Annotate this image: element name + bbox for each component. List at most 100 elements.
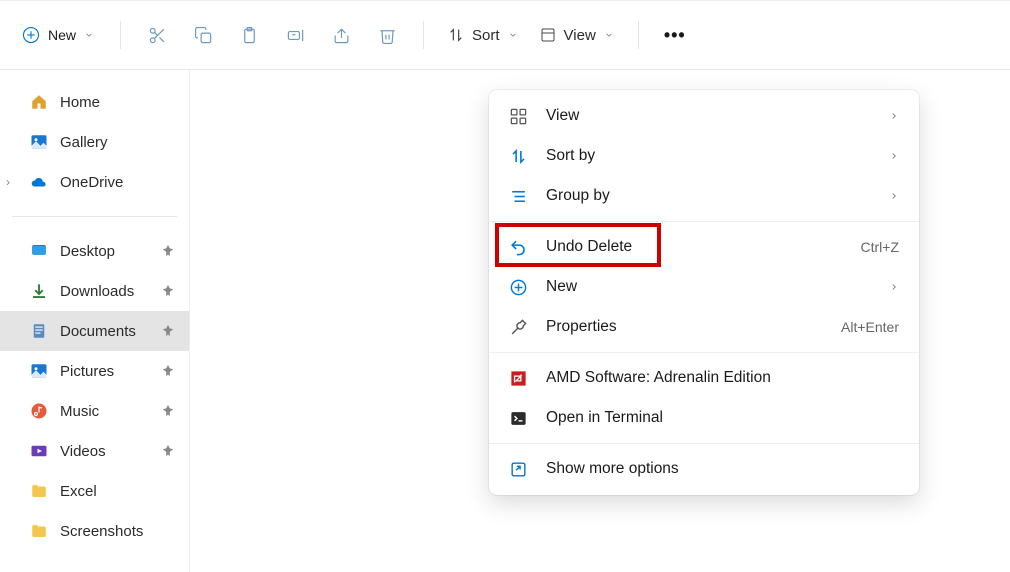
layout-icon	[540, 27, 556, 43]
document-icon	[30, 322, 48, 340]
separator	[489, 352, 919, 353]
undo-icon	[509, 238, 528, 257]
grid-icon	[509, 107, 528, 126]
menu-shortcut: Alt+Enter	[841, 319, 899, 335]
delete-button[interactable]	[367, 15, 407, 55]
nav-label: Music	[60, 403, 99, 420]
folder-icon	[30, 482, 48, 500]
cut-button[interactable]	[137, 15, 177, 55]
sidebar-item-downloads[interactable]: Downloads	[0, 271, 189, 311]
nav-label: Videos	[60, 443, 106, 460]
sidebar-item-desktop[interactable]: Desktop	[0, 231, 189, 271]
menu-item-properties[interactable]: Properties Alt+Enter	[489, 307, 919, 347]
nav-label: Screenshots	[60, 523, 143, 540]
menu-label: New	[546, 278, 899, 296]
sort-label: Sort	[472, 27, 500, 44]
sort-button[interactable]: Sort	[440, 21, 526, 50]
divider	[120, 21, 121, 49]
sidebar-item-pictures[interactable]: Pictures	[0, 351, 189, 391]
music-icon	[30, 402, 48, 420]
paste-button[interactable]	[229, 15, 269, 55]
sidebar-item-excel[interactable]: Excel	[0, 471, 189, 511]
pin-icon	[161, 444, 175, 458]
menu-label: View	[546, 107, 899, 125]
gallery-icon	[30, 133, 48, 151]
menu-item-open-terminal[interactable]: Open in Terminal	[489, 398, 919, 438]
divider	[638, 21, 639, 49]
download-icon	[30, 282, 48, 300]
separator	[12, 216, 177, 217]
menu-label: Sort by	[546, 147, 899, 165]
pin-icon	[161, 404, 175, 418]
share-icon	[332, 26, 351, 45]
menu-shortcut: Ctrl+Z	[861, 239, 900, 255]
rename-icon	[286, 26, 305, 45]
scissors-icon	[148, 26, 167, 45]
nav-label: OneDrive	[60, 174, 123, 191]
sidebar-item-videos[interactable]: Videos	[0, 431, 189, 471]
divider	[423, 21, 424, 49]
pin-icon	[161, 244, 175, 258]
pictures-icon	[30, 362, 48, 380]
copy-icon	[194, 26, 213, 45]
ellipsis-icon: •••	[664, 25, 686, 46]
view-label: View	[564, 27, 596, 44]
chevron-right-icon: ›	[6, 175, 10, 189]
more-button[interactable]: •••	[655, 15, 695, 55]
list-icon	[509, 187, 528, 206]
nav-label: Excel	[60, 483, 97, 500]
sort-icon	[448, 27, 464, 43]
sidebar-item-screenshots[interactable]: Screenshots	[0, 511, 189, 551]
cloud-icon	[30, 173, 48, 191]
sidebar-item-gallery[interactable]: Gallery	[0, 122, 189, 162]
chevron-right-icon	[889, 111, 899, 121]
chevron-down-icon	[508, 30, 518, 40]
menu-label: Show more options	[546, 460, 899, 478]
menu-item-new[interactable]: New	[489, 267, 919, 307]
clipboard-icon	[240, 26, 259, 45]
pin-icon	[161, 364, 175, 378]
copy-button[interactable]	[183, 15, 223, 55]
nav-label: Gallery	[60, 134, 108, 151]
sidebar-item-home[interactable]: Home	[0, 82, 189, 122]
terminal-icon	[509, 409, 528, 428]
chevron-right-icon	[889, 151, 899, 161]
menu-label: Properties	[546, 318, 823, 336]
view-button[interactable]: View	[532, 21, 622, 50]
folder-icon	[30, 522, 48, 540]
chevron-down-icon	[84, 30, 94, 40]
pin-icon	[161, 284, 175, 298]
expand-icon	[509, 460, 528, 479]
sidebar-item-onedrive[interactable]: › OneDrive	[0, 162, 189, 202]
separator	[489, 443, 919, 444]
menu-item-view[interactable]: View	[489, 96, 919, 136]
sidebar-item-documents[interactable]: Documents	[0, 311, 189, 351]
sidebar: Home Gallery › OneDrive Desktop Download…	[0, 70, 190, 572]
plus-circle-icon	[509, 278, 528, 297]
menu-item-show-more[interactable]: Show more options	[489, 449, 919, 489]
nav-label: Pictures	[60, 363, 114, 380]
menu-item-amd[interactable]: AMD Software: Adrenalin Edition	[489, 358, 919, 398]
sidebar-item-music[interactable]: Music	[0, 391, 189, 431]
new-button[interactable]: New	[12, 20, 104, 50]
trash-icon	[378, 26, 397, 45]
nav-label: Documents	[60, 323, 136, 340]
menu-label: Group by	[546, 187, 899, 205]
rename-button[interactable]	[275, 15, 315, 55]
menu-item-sort-by[interactable]: Sort by	[489, 136, 919, 176]
toolbar: New Sort View •••	[0, 0, 1010, 70]
chevron-right-icon	[889, 191, 899, 201]
context-menu: View Sort by Group by Undo Delete Ctrl+Z…	[489, 90, 919, 495]
menu-label: AMD Software: Adrenalin Edition	[546, 369, 899, 387]
share-button[interactable]	[321, 15, 361, 55]
video-icon	[30, 442, 48, 460]
desktop-icon	[30, 242, 48, 260]
menu-item-group-by[interactable]: Group by	[489, 176, 919, 216]
amd-icon	[509, 369, 528, 388]
new-label: New	[48, 27, 76, 43]
nav-label: Home	[60, 94, 100, 111]
chevron-down-icon	[604, 30, 614, 40]
menu-label: Open in Terminal	[546, 409, 899, 427]
menu-item-undo-delete[interactable]: Undo Delete Ctrl+Z	[489, 227, 919, 267]
pin-icon	[161, 324, 175, 338]
